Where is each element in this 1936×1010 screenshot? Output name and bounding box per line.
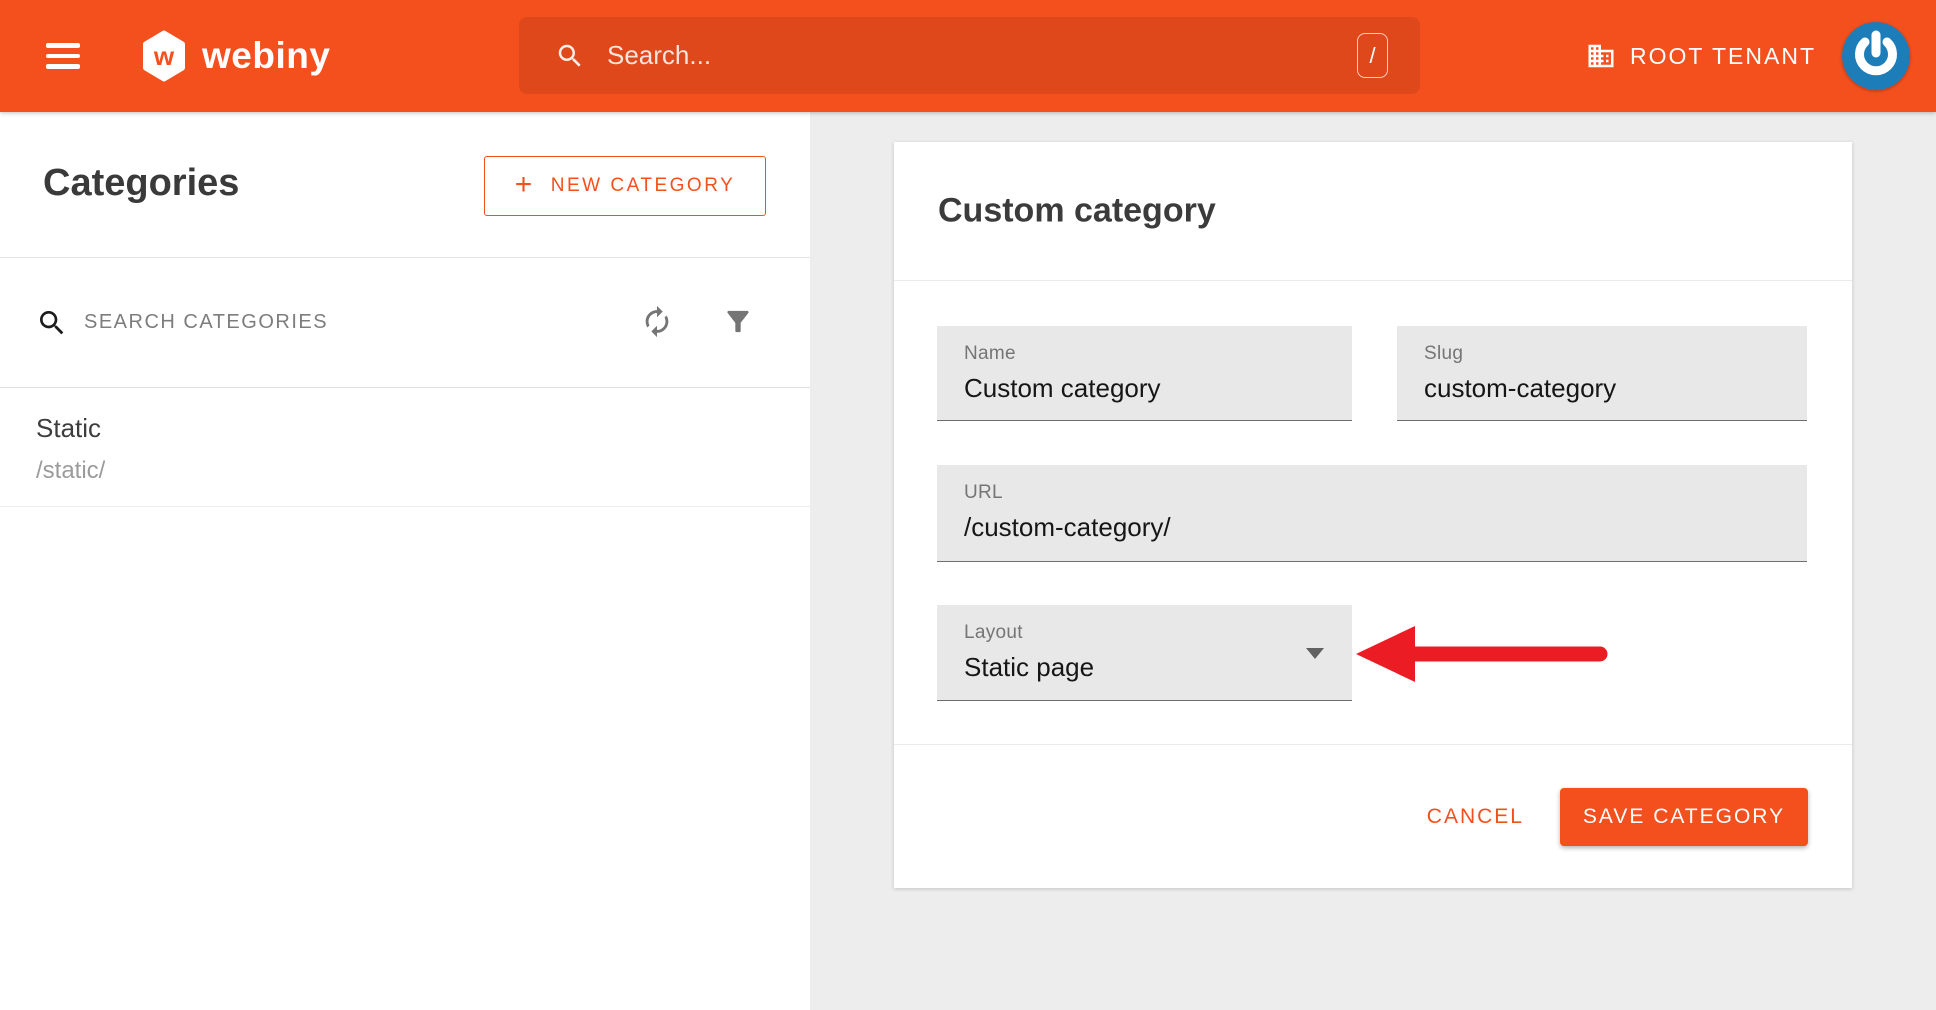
categories-panel: Categories + NEW CATEGORY Static /static…	[0, 112, 810, 1010]
content-area: Custom category Name Slug URL Layout Sta…	[810, 112, 1936, 1010]
url-field-label: URL	[964, 482, 1807, 504]
cancel-button[interactable]: CANCEL	[1421, 795, 1530, 839]
url-field: URL	[937, 465, 1807, 562]
category-search-input[interactable]	[84, 311, 484, 334]
slug-input[interactable]	[1424, 372, 1767, 404]
chevron-down-icon	[1306, 648, 1324, 659]
category-url: /static/	[36, 456, 774, 486]
global-search-input[interactable]	[607, 40, 1357, 71]
filter-icon	[722, 305, 754, 337]
category-list: Static /static/	[0, 388, 810, 507]
categories-panel-header: Categories + NEW CATEGORY	[0, 112, 810, 258]
category-list-item[interactable]: Static /static/	[0, 388, 810, 507]
form-title: Custom category	[938, 192, 1216, 231]
search-icon	[555, 41, 585, 71]
name-field-label: Name	[964, 343, 1352, 365]
user-avatar[interactable]	[1842, 22, 1910, 90]
form-footer: CANCEL SAVE CATEGORY	[894, 744, 1852, 888]
url-input[interactable]	[964, 511, 1767, 543]
global-search-bar: /	[519, 17, 1420, 94]
layout-select-label: Layout	[964, 622, 1352, 644]
brand-wordmark: webiny	[202, 0, 330, 112]
layout-selected-value: Static page	[964, 651, 1312, 683]
new-category-button[interactable]: + NEW CATEGORY	[484, 156, 766, 216]
slash-key-label: /	[1369, 43, 1375, 69]
menu-icon[interactable]	[46, 43, 80, 69]
refresh-button[interactable]	[634, 298, 680, 347]
category-name: Static	[36, 410, 774, 446]
slug-field-label: Slug	[1424, 343, 1807, 365]
plus-icon: +	[515, 168, 535, 202]
category-form-card: Custom category Name Slug URL Layout Sta…	[894, 142, 1852, 888]
layout-select[interactable]: Layout Static page	[937, 605, 1352, 701]
page-title: Categories	[43, 162, 239, 205]
tenant-selector[interactable]: ROOT TENANT	[1586, 0, 1816, 112]
slash-shortcut-hint: /	[1357, 33, 1388, 78]
save-category-button[interactable]: SAVE CATEGORY	[1560, 788, 1808, 846]
category-search-row	[0, 258, 810, 388]
slug-field: Slug	[1397, 326, 1807, 421]
tenant-label: ROOT TENANT	[1630, 43, 1816, 70]
new-category-button-label: NEW CATEGORY	[551, 175, 735, 197]
webiny-logo-icon[interactable]: w	[142, 30, 186, 82]
refresh-icon	[640, 304, 674, 338]
logo-letter: w	[153, 41, 175, 71]
filter-button[interactable]	[716, 299, 760, 346]
building-icon	[1586, 41, 1616, 71]
name-field: Name	[937, 326, 1352, 421]
form-header: Custom category	[894, 142, 1852, 281]
top-app-bar: w webiny / ROOT TENANT	[0, 0, 1936, 112]
name-input[interactable]	[964, 372, 1312, 404]
search-icon	[36, 307, 68, 339]
